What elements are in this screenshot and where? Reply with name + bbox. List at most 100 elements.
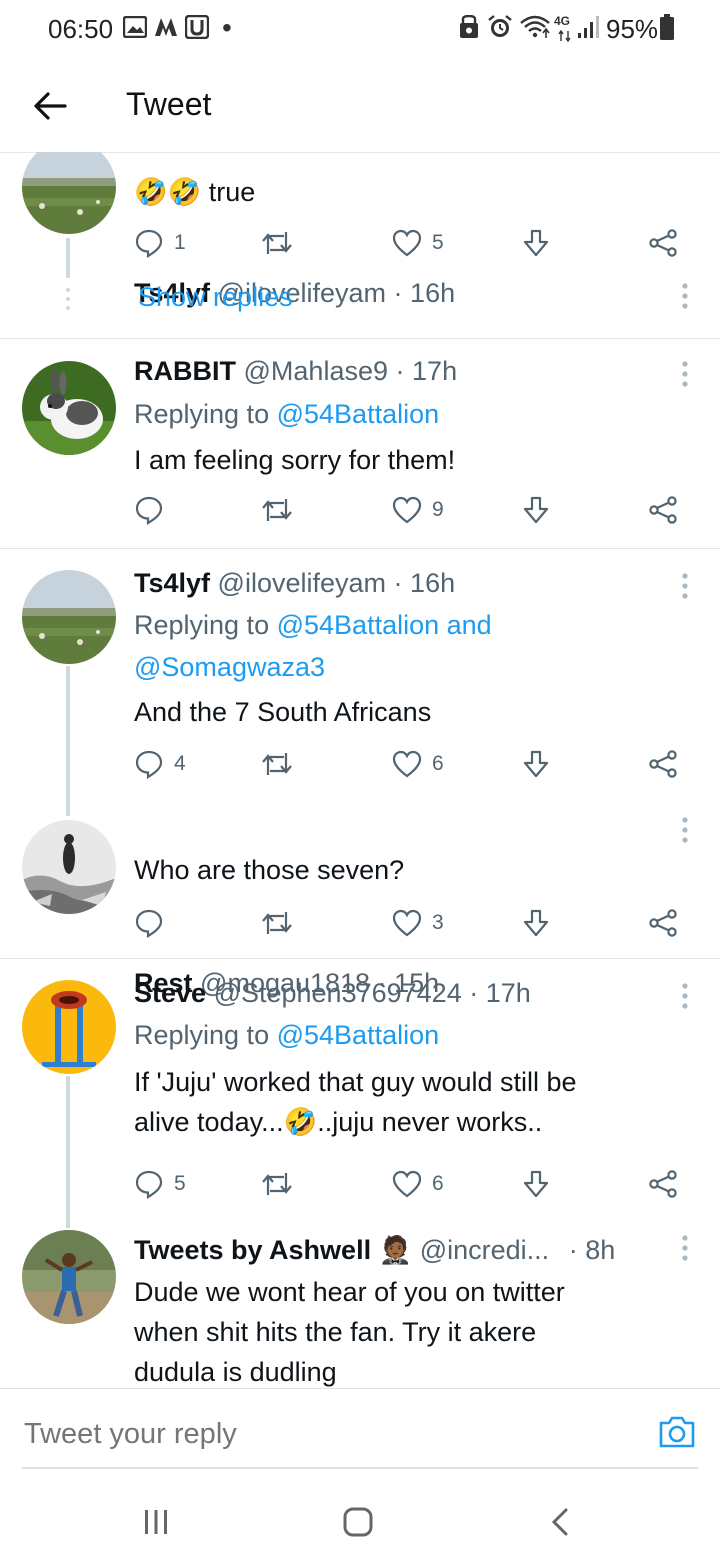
emoji: 🤣🤣 — [134, 177, 202, 207]
save-button[interactable] — [522, 903, 550, 943]
more-options-button[interactable] — [670, 566, 700, 606]
comment-icon — [135, 1170, 163, 1199]
save-button[interactable] — [522, 744, 550, 784]
show-replies-link[interactable]: Show replies — [138, 282, 293, 313]
thread-line — [66, 238, 70, 278]
home-button[interactable] — [328, 1502, 388, 1542]
system-back-button[interactable] — [530, 1502, 590, 1542]
tweet-text-line: Dude we wont hear of you on twitter — [134, 1277, 565, 1307]
reply-button[interactable]: 1 — [134, 223, 186, 263]
more-options-button[interactable] — [670, 976, 700, 1016]
back-button[interactable] — [26, 82, 74, 130]
retweet-icon — [262, 912, 292, 934]
tweet-item[interactable]: Tweets by Ashwell 🤵🏾 @incredi... · 8h Du… — [0, 1212, 720, 1388]
tweet-text: Who are those seven? — [134, 855, 405, 885]
author-name[interactable]: Ts4lyf — [134, 568, 210, 598]
tweet-item[interactable]: Steve @Stephen37697424 · 17h Replying to… — [0, 958, 720, 1212]
more-options-button[interactable] — [670, 276, 700, 316]
tweet-text-line: alive today...🤣..juju never works.. — [134, 1107, 543, 1137]
share-icon — [649, 1170, 677, 1198]
u-notification-icon — [184, 15, 210, 39]
retweet-icon — [262, 499, 292, 521]
share-button[interactable] — [648, 903, 678, 943]
chevron-left-icon — [551, 1508, 568, 1536]
more-vertical-icon — [682, 817, 688, 843]
reply-button[interactable]: 5 — [134, 1164, 186, 1204]
retweet-button[interactable] — [260, 744, 294, 784]
reply-button[interactable] — [134, 903, 174, 943]
more-options-button[interactable] — [670, 354, 700, 394]
tweet-time: 17h — [412, 356, 458, 386]
gallery-notification-icon — [122, 15, 148, 39]
tweet-text: And the 7 South Africans — [134, 697, 432, 727]
more-vertical-icon — [682, 983, 688, 1009]
author-handle[interactable]: @incredi... — [420, 1235, 549, 1265]
download-icon — [523, 229, 549, 257]
heart-icon — [392, 909, 422, 937]
tweet-replies-feed[interactable]: Ts4lyf @ilovelifeyam · 16h 🤣🤣 true 1 5 S… — [0, 152, 720, 1388]
like-button[interactable]: 5 — [392, 223, 444, 263]
mention-link[interactable]: @Somagwaza3 — [134, 652, 325, 682]
like-count: 3 — [432, 911, 444, 934]
data-arrows-icon — [558, 30, 572, 42]
save-button[interactable] — [522, 490, 550, 530]
share-button[interactable] — [648, 1164, 678, 1204]
share-button[interactable] — [648, 490, 678, 530]
retweet-button[interactable] — [260, 1164, 294, 1204]
like-button[interactable]: 6 — [392, 1164, 444, 1204]
mention-link[interactable]: @54Battalion — [277, 399, 440, 429]
reply-input-underline — [22, 1467, 698, 1469]
retweet-button[interactable] — [260, 223, 294, 263]
more-vertical-icon — [682, 573, 688, 599]
alarm-icon — [486, 15, 514, 39]
more-options-button[interactable] — [670, 810, 700, 850]
more-vertical-icon — [682, 361, 688, 387]
tweet-item[interactable]: RABBIT @Mahlase9 · 17h Replying to @54Ba… — [0, 338, 720, 548]
save-button[interactable] — [522, 1164, 550, 1204]
like-button[interactable]: 3 — [392, 903, 444, 943]
tweet-text: 🤣🤣 true — [134, 177, 256, 207]
author-handle[interactable]: @Mahlase9 — [244, 356, 388, 386]
signal-icon — [576, 15, 602, 39]
like-button[interactable]: 9 — [392, 490, 444, 530]
like-count: 6 — [432, 1172, 444, 1195]
status-time: 06:50 — [48, 14, 114, 44]
reply-input[interactable] — [22, 1417, 626, 1452]
reply-count: 1 — [174, 231, 186, 254]
camera-button[interactable] — [656, 1411, 698, 1453]
like-button[interactable]: 6 — [392, 744, 444, 784]
retweet-button[interactable] — [260, 490, 294, 530]
share-button[interactable] — [648, 744, 678, 784]
mention-link[interactable]: @54Battalion and — [277, 610, 492, 640]
reply-count: 4 — [174, 752, 186, 775]
save-button[interactable] — [522, 223, 550, 263]
share-icon — [649, 750, 677, 778]
mention-link[interactable]: @54Battalion — [277, 1020, 440, 1050]
retweet-icon — [262, 232, 292, 254]
more-vertical-icon — [682, 1235, 688, 1261]
author-name[interactable]: Tweets by Ashwell — [134, 1235, 371, 1265]
tweet-text-line: dudula is dudling — [134, 1357, 337, 1387]
system-nav-bar — [0, 1480, 720, 1560]
recent-apps-icon — [145, 1510, 167, 1534]
reply-button[interactable] — [134, 490, 174, 530]
heart-icon — [392, 750, 422, 778]
more-options-button[interactable] — [670, 1228, 700, 1268]
tweet-header: Steve @Stephen37697424 · 17h — [134, 978, 531, 1008]
download-icon — [523, 750, 549, 778]
author-name[interactable]: Steve — [134, 978, 206, 1008]
download-icon — [523, 909, 549, 937]
more-vertical-icon — [682, 283, 688, 309]
like-count: 9 — [432, 498, 444, 521]
retweet-button[interactable] — [260, 903, 294, 943]
author-handle[interactable]: @ilovelifeyam — [218, 568, 386, 598]
tweet-text-line: when shit hits the fan. Try it akere — [134, 1317, 537, 1347]
recent-apps-button[interactable] — [126, 1502, 186, 1542]
reply-button[interactable]: 4 — [134, 744, 186, 784]
comment-icon — [135, 229, 163, 258]
author-handle[interactable]: @Stephen37697424 — [214, 978, 462, 1008]
author-name[interactable]: RABBIT — [134, 356, 236, 386]
avatar[interactable] — [22, 820, 116, 914]
share-button[interactable] — [648, 223, 678, 263]
tweet-time: 16h — [410, 278, 456, 308]
